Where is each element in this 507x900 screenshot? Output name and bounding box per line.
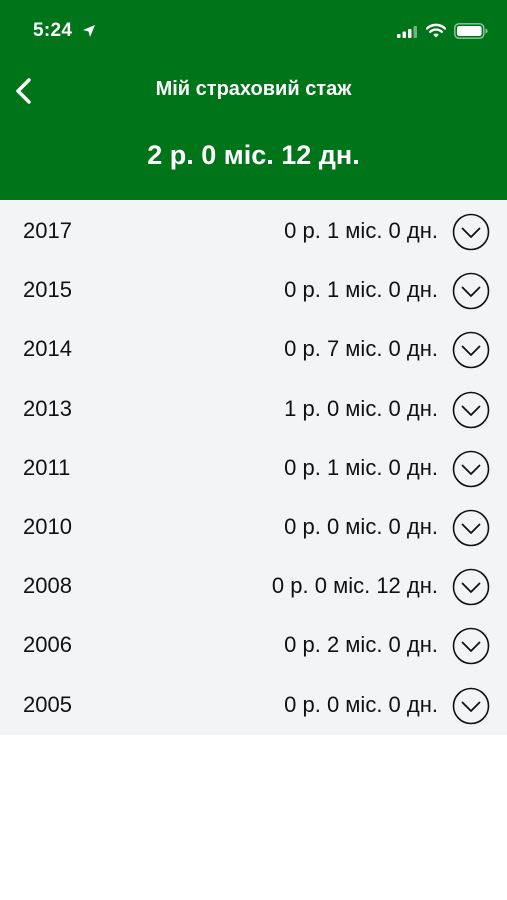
list-item[interactable]: 2014 0 р. 7 міс. 0 дн. xyxy=(0,318,507,377)
chevron-down-circle-icon[interactable] xyxy=(452,213,490,251)
status-time: 5:24 xyxy=(33,20,73,41)
list-item[interactable]: 2005 0 р. 0 міс. 0 дн. xyxy=(0,674,507,733)
location-arrow-icon xyxy=(83,25,95,37)
list-item[interactable]: 2013 1 р. 0 міс. 0 дн. xyxy=(0,378,507,437)
duration-value: 0 р. 7 міс. 0 дн. xyxy=(284,336,438,362)
duration-value: 0 р. 1 міс. 0 дн. xyxy=(284,454,438,480)
wifi-icon xyxy=(426,23,446,38)
list-item[interactable]: 2006 0 р. 2 міс. 0 дн. xyxy=(0,614,507,673)
year-label: 2015 xyxy=(23,277,72,303)
chevron-down-circle-icon[interactable] xyxy=(452,687,490,725)
page-title: Мій страховий стаж xyxy=(155,78,352,100)
total-insurance-period: 2 р. 0 міс. 12 дн. xyxy=(147,140,360,170)
chevron-down-circle-icon[interactable] xyxy=(452,331,490,369)
year-label: 2005 xyxy=(23,691,72,717)
status-bar: 5:24 xyxy=(0,0,507,62)
chevron-down-circle-icon[interactable] xyxy=(452,627,490,665)
duration-value: 0 р. 0 міс. 12 дн. xyxy=(271,573,438,599)
app-header: 5:24 Мій страховий стаж 2 р. 0 міс. 12 д… xyxy=(0,0,507,200)
list-item[interactable]: 2011 0 р. 1 міс. 0 дн. xyxy=(0,437,507,496)
year-label: 2011 xyxy=(23,454,71,480)
duration-value: 0 р. 1 міс. 0 дн. xyxy=(284,277,438,303)
list-item[interactable]: 2015 0 р. 1 міс. 0 дн. xyxy=(0,259,507,318)
list-item[interactable]: 2010 0 р. 0 міс. 0 дн. xyxy=(0,496,507,555)
duration-value: 0 р. 2 міс. 0 дн. xyxy=(284,632,438,658)
chevron-down-circle-icon[interactable] xyxy=(452,450,490,488)
duration-value: 1 р. 0 міс. 0 дн. xyxy=(284,395,438,421)
chevron-down-circle-icon[interactable] xyxy=(452,568,490,606)
year-label: 2006 xyxy=(23,632,72,658)
year-label: 2017 xyxy=(23,218,72,243)
battery-icon xyxy=(454,23,488,39)
year-label: 2014 xyxy=(23,336,72,362)
year-label: 2010 xyxy=(23,513,72,539)
duration-value: 0 р. 0 міс. 0 дн. xyxy=(284,691,438,717)
duration-value: 0 р. 0 міс. 0 дн. xyxy=(284,513,438,539)
chevron-down-circle-icon[interactable] xyxy=(452,272,490,310)
year-label: 2008 xyxy=(23,573,72,599)
chevron-down-circle-icon[interactable] xyxy=(452,509,490,547)
chevron-down-circle-icon[interactable] xyxy=(452,391,490,429)
duration-value: 0 р. 1 міс. 0 дн. xyxy=(284,218,438,243)
year-label: 2013 xyxy=(23,395,72,421)
list-item[interactable]: 2008 0 р. 0 міс. 12 дн. xyxy=(0,555,507,614)
insurance-years-list: 2017 0 р. 1 міс. 0 дн. 2015 0 р. 1 міс. … xyxy=(0,200,507,735)
list-item[interactable]: 2017 0 р. 1 міс. 0 дн. xyxy=(0,200,507,259)
cellular-signal-icon xyxy=(397,26,417,38)
